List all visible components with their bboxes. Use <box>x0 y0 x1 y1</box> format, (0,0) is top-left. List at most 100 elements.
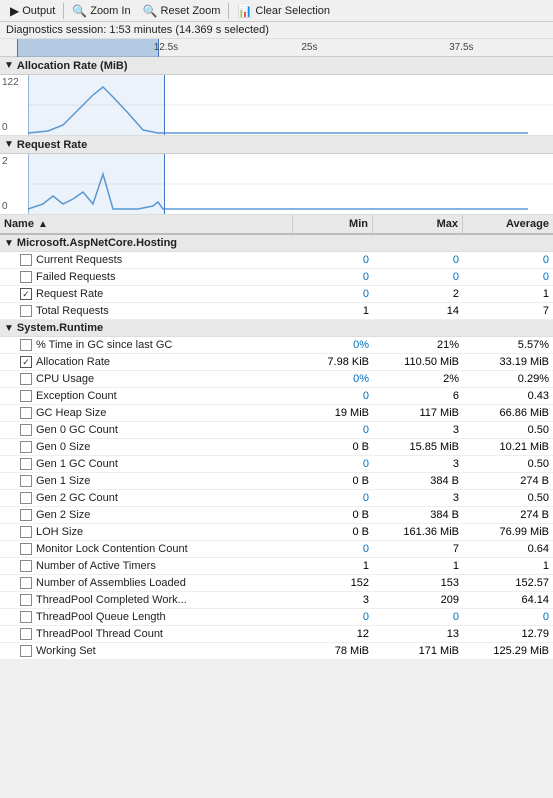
row-label: Number of Active Timers <box>36 560 156 572</box>
row-checkbox[interactable] <box>20 441 32 453</box>
row-checkbox[interactable] <box>20 271 32 283</box>
th-min[interactable]: Min <box>293 215 373 233</box>
row-checkbox[interactable] <box>20 628 32 640</box>
row-avg: 0 <box>463 269 553 285</box>
th-name[interactable]: Name ▲ <box>0 215 293 233</box>
row-avg: 1 <box>463 558 553 574</box>
row-max: 21% <box>373 337 463 353</box>
allocation-y-min: 0 <box>2 122 19 133</box>
row-checkbox[interactable] <box>20 543 32 555</box>
zoom-in-icon: 🔍 <box>72 4 87 18</box>
row-checkbox[interactable] <box>20 373 32 385</box>
table-row: Total Requests1147 <box>0 303 553 320</box>
row-max: 0 <box>373 609 463 625</box>
row-checkbox[interactable] <box>20 390 32 402</box>
row-checkbox[interactable] <box>20 475 32 487</box>
request-rate-chart: ▼ Request Rate 2 0 <box>0 136 553 215</box>
row-label: CPU Usage <box>36 373 94 385</box>
row-min: 0 <box>293 286 373 302</box>
row-min: 0 <box>293 269 373 285</box>
row-avg: 7 <box>463 303 553 319</box>
row-min: 78 MiB <box>293 643 373 659</box>
request-y-labels: 2 0 <box>2 154 8 214</box>
separator-2 <box>228 3 229 19</box>
table-row: Number of Assemblies Loaded152153152.57 <box>0 575 553 592</box>
row-checkbox[interactable] <box>20 526 32 538</box>
row-checkbox[interactable] <box>20 458 32 470</box>
row-label: ThreadPool Queue Length <box>36 611 166 623</box>
table-row: ThreadPool Thread Count121312.79 <box>0 626 553 643</box>
row-label: Current Requests <box>36 254 122 266</box>
row-avg: 10.21 MiB <box>463 439 553 455</box>
clear-selection-button[interactable]: 📊 Clear Selection <box>231 3 336 19</box>
group2-rows: % Time in GC since last GC0%21%5.57%Allo… <box>0 337 553 660</box>
row-label: ThreadPool Thread Count <box>36 628 163 640</box>
row-checkbox[interactable] <box>20 611 32 623</box>
toolbar: ▶ Output 🔍 Zoom In 🔍 Reset Zoom 📊 Clear … <box>0 0 553 22</box>
table-row: Number of Active Timers111 <box>0 558 553 575</box>
row-max: 0 <box>373 252 463 268</box>
th-max[interactable]: Max <box>373 215 463 233</box>
row-min: 0 <box>293 422 373 438</box>
row-avg: 0 <box>463 609 553 625</box>
row-checkbox[interactable] <box>20 560 32 572</box>
row-label: Gen 2 GC Count <box>36 492 118 504</box>
row-label: Exception Count <box>36 390 117 402</box>
separator-1 <box>63 3 64 19</box>
output-button[interactable]: ▶ Output <box>4 3 61 19</box>
allocation-rate-chart: ▼ Allocation Rate (MiB) 122 0 <box>0 57 553 136</box>
row-max: 161.36 MiB <box>373 524 463 540</box>
row-max: 7 <box>373 541 463 557</box>
row-label: LOH Size <box>36 526 83 538</box>
row-label: Request Rate <box>36 288 103 300</box>
row-checkbox[interactable] <box>20 305 32 317</box>
row-label: Gen 1 GC Count <box>36 458 118 470</box>
table-row: Gen 0 Size0 B15.85 MiB10.21 MiB <box>0 439 553 456</box>
row-max: 384 B <box>373 473 463 489</box>
row-max: 0 <box>373 269 463 285</box>
row-checkbox[interactable] <box>20 492 32 504</box>
table-row: Failed Requests000 <box>0 269 553 286</box>
row-avg: 0 <box>463 252 553 268</box>
row-avg: 33.19 MiB <box>463 354 553 370</box>
row-label: % Time in GC since last GC <box>36 339 172 351</box>
row-max: 1 <box>373 558 463 574</box>
row-checkbox[interactable] <box>20 288 32 300</box>
table-row: Gen 1 GC Count030.50 <box>0 456 553 473</box>
row-checkbox[interactable] <box>20 645 32 657</box>
row-min: 0 <box>293 490 373 506</box>
row-min: 0 B <box>293 524 373 540</box>
row-min: 7.98 KiB <box>293 354 373 370</box>
row-avg: 0.64 <box>463 541 553 557</box>
row-avg: 152.57 <box>463 575 553 591</box>
row-min: 0 <box>293 456 373 472</box>
row-checkbox[interactable] <box>20 424 32 436</box>
row-checkbox[interactable] <box>20 254 32 266</box>
table-row: Current Requests000 <box>0 252 553 269</box>
row-checkbox[interactable] <box>20 577 32 589</box>
table-row: ThreadPool Queue Length000 <box>0 609 553 626</box>
row-min: 0 <box>293 252 373 268</box>
ruler-selection[interactable] <box>17 39 159 57</box>
row-min: 12 <box>293 626 373 642</box>
allocation-svg <box>28 75 553 135</box>
row-label: Failed Requests <box>36 271 116 283</box>
row-checkbox[interactable] <box>20 356 32 368</box>
th-avg[interactable]: Average <box>463 215 553 233</box>
table-row: Monitor Lock Contention Count070.64 <box>0 541 553 558</box>
allocation-rate-header: ▼ Allocation Rate (MiB) <box>0 57 553 75</box>
row-checkbox[interactable] <box>20 509 32 521</box>
zoom-in-button[interactable]: 🔍 Zoom In <box>66 3 136 19</box>
row-checkbox[interactable] <box>20 407 32 419</box>
reset-zoom-icon: 🔍 <box>143 4 158 18</box>
row-min: 0% <box>293 371 373 387</box>
row-label: Working Set <box>36 645 96 657</box>
row-avg: 12.79 <box>463 626 553 642</box>
session-bar: Diagnostics session: 1:53 minutes (14.36… <box>0 22 553 39</box>
ruler-mark-1: 12.5s <box>154 42 178 53</box>
row-checkbox[interactable] <box>20 339 32 351</box>
table-row: Gen 1 Size0 B384 B274 B <box>0 473 553 490</box>
row-checkbox[interactable] <box>20 594 32 606</box>
row-avg: 274 B <box>463 473 553 489</box>
reset-zoom-button[interactable]: 🔍 Reset Zoom <box>137 3 227 19</box>
